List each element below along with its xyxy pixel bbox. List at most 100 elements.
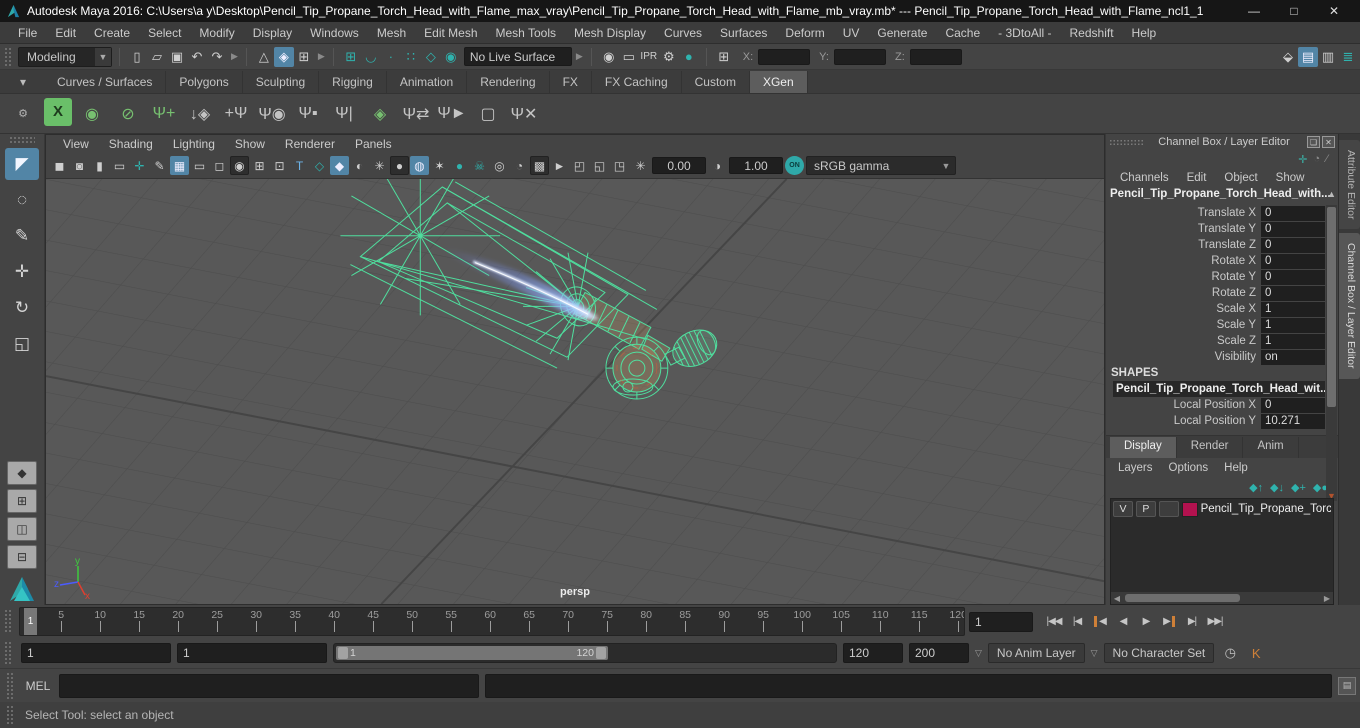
step-forward-key-button[interactable]: ▶ xyxy=(1158,611,1180,633)
modeling-toolkit-icon[interactable]: ⬙ xyxy=(1278,47,1298,67)
y-coord-input[interactable] xyxy=(833,48,886,65)
scrollbar-thumb[interactable] xyxy=(1327,207,1336,407)
ipr-render-icon[interactable]: IPR xyxy=(639,47,659,67)
move-layer-up-icon[interactable]: ◆↑ xyxy=(1249,481,1263,494)
menu-set-selector[interactable]: Modeling ▼ xyxy=(18,46,112,67)
bookmark-icon[interactable]: ▮ xyxy=(90,156,109,175)
isolate-view-icon[interactable]: ◳ xyxy=(610,156,629,175)
scroll-left-icon[interactable]: ◀ xyxy=(1111,594,1123,603)
layer-editor-menu-item[interactable]: Options xyxy=(1161,462,1217,474)
xgen-layers-icon[interactable]: ◈ xyxy=(364,98,396,130)
menubar-item[interactable]: - 3DtoAll - xyxy=(990,24,1059,42)
move-layer-down-icon[interactable]: ◆↓ xyxy=(1270,481,1284,494)
xgen-lock-guides-icon[interactable]: Ψ▪ xyxy=(292,98,324,130)
menubar-item[interactable]: Select xyxy=(140,24,189,42)
shelf-tab[interactable]: Custom xyxy=(682,71,750,93)
z-coord-input[interactable] xyxy=(909,48,962,65)
scrollbar-thumb[interactable] xyxy=(1125,594,1240,602)
save-scene-icon[interactable]: ▣ xyxy=(167,47,187,67)
snap-projected-center-icon[interactable]: ∷ xyxy=(401,47,421,67)
play-forwards-button[interactable]: ▶ xyxy=(1135,611,1157,633)
gate-mask-icon[interactable]: ◉ xyxy=(230,156,249,175)
menubar-item[interactable]: Help xyxy=(1124,24,1165,42)
viewport-canvas-area[interactable]: persp y z x xyxy=(46,179,1104,604)
shelf-gear-icon[interactable]: ⚙ xyxy=(2,107,44,120)
x-coord-input[interactable] xyxy=(758,48,811,65)
current-frame-marker[interactable]: 1 xyxy=(24,608,37,635)
single-pane-layout-button[interactable]: ◆ xyxy=(7,461,37,485)
select-tool-button[interactable]: ◤ xyxy=(5,148,39,180)
xgen-region-map-icon[interactable]: ▢ xyxy=(472,98,504,130)
sidebar-vertical-tab[interactable]: Attribute Editor xyxy=(1339,140,1360,230)
timeline-ruler[interactable]: 5 10 15 20 25 30 35 40 45 50 55 60 65 70… xyxy=(19,607,965,636)
use-all-lights-icon[interactable]: ✳ xyxy=(370,156,389,175)
channel-label[interactable]: Visibility xyxy=(1106,351,1261,363)
minimize-button[interactable]: — xyxy=(1234,4,1274,18)
layer-hscrollbar[interactable]: ◀ ▶ xyxy=(1111,592,1333,604)
channel-value-field[interactable]: 1 xyxy=(1261,317,1325,333)
safe-title-icon[interactable]: T xyxy=(290,156,309,175)
shelf-tab[interactable]: Polygons xyxy=(166,71,243,93)
channel-label[interactable]: Rotate Z xyxy=(1106,287,1261,299)
layer-editor-tab[interactable]: Display xyxy=(1110,437,1177,458)
layer-color-swatch[interactable] xyxy=(1181,501,1198,517)
channel-value-field[interactable]: 1 xyxy=(1261,333,1325,349)
close-button[interactable]: ✕ xyxy=(1314,4,1354,18)
anim-layer-dropdown-arrow[interactable]: ▽ xyxy=(975,648,982,659)
drag-handle[interactable] xyxy=(4,641,13,665)
xgen-preview-description-icon[interactable]: Ψ◉ xyxy=(256,98,288,130)
character-set-dropdown-arrow[interactable]: ▽ xyxy=(1091,648,1098,659)
drag-handle[interactable] xyxy=(4,47,13,66)
isolate-select-icon[interactable]: ◰ xyxy=(570,156,589,175)
selected-node-name[interactable]: Pencil_Tip_Propane_Torch_Head_with... ▲ xyxy=(1106,188,1338,205)
scroll-up-icon[interactable]: ▲ xyxy=(1327,189,1336,199)
grease-pencil-icon[interactable]: ✎ xyxy=(150,156,169,175)
xgen-update-preview-icon[interactable]: ◉ xyxy=(76,98,108,130)
menubar-item[interactable]: Cache xyxy=(937,24,988,42)
safe-action-icon[interactable]: ⊡ xyxy=(270,156,289,175)
script-editor-icon[interactable]: ▤ xyxy=(1338,676,1356,695)
step-back-frame-button[interactable]: |◀ xyxy=(1066,611,1088,633)
channel-value-field[interactable]: 10.271 xyxy=(1261,413,1325,429)
layer-playback-toggle[interactable]: P xyxy=(1135,501,1156,517)
channel-box-menu-item[interactable]: Edit xyxy=(1179,172,1215,184)
xgen-swap-guides-icon[interactable]: Ψ⇄ xyxy=(400,98,432,130)
shadows-icon[interactable]: ● xyxy=(390,156,409,175)
group-expander-icon[interactable]: ▶ xyxy=(576,51,583,62)
animation-preferences-icon[interactable]: ◷ xyxy=(1220,645,1240,661)
layer-editor-tab[interactable]: Render xyxy=(1177,437,1244,458)
menubar-item[interactable]: Redshift xyxy=(1062,24,1122,42)
menubar-item[interactable]: Mesh Tools xyxy=(488,24,564,42)
command-input[interactable] xyxy=(59,673,479,698)
panel-menu-item[interactable]: Show xyxy=(226,137,274,151)
exposure-icon[interactable]: ✳ xyxy=(631,156,650,175)
step-forward-frame-button[interactable]: ▶| xyxy=(1181,611,1203,633)
channel-label[interactable]: Local Position Y xyxy=(1106,415,1261,427)
panel-menu-item[interactable]: Renderer xyxy=(276,137,344,151)
shaded-icon[interactable]: ◆ xyxy=(330,156,349,175)
layer-display-type-toggle[interactable] xyxy=(1158,501,1179,517)
undo-icon[interactable]: ↶ xyxy=(187,47,207,67)
current-frame-field[interactable]: 1 xyxy=(969,611,1033,632)
go-to-end-button[interactable]: ▶▶| xyxy=(1204,611,1226,633)
paint-select-tool-button[interactable]: ✎ xyxy=(5,220,39,252)
field-chart-icon[interactable]: ⊞ xyxy=(250,156,269,175)
shape-node-name[interactable]: Pencil_Tip_Propane_Torch_Head_wit... xyxy=(1113,381,1325,397)
float-panel-icon[interactable]: ❏ xyxy=(1307,136,1320,148)
viewport-3d-scene[interactable] xyxy=(46,179,1104,604)
panel-menu-item[interactable]: Lighting xyxy=(164,137,224,151)
channel-label[interactable]: Translate Y xyxy=(1106,223,1261,235)
close-panel-icon[interactable]: ✕ xyxy=(1322,136,1335,148)
layer-editor-tab[interactable]: Anim xyxy=(1243,437,1299,458)
panel-menu-item[interactable]: Shading xyxy=(100,137,162,151)
persp-outliner-layout-button[interactable]: ◫ xyxy=(7,517,37,541)
auto-keyframe-icon[interactable]: K xyxy=(1246,646,1266,661)
pan-zoom-icon[interactable]: ✛ xyxy=(130,156,149,175)
lasso-tool-button[interactable]: ◌ xyxy=(5,184,39,216)
drag-handle[interactable] xyxy=(6,705,15,725)
layer-editor-menu-item[interactable]: Help xyxy=(1216,462,1256,474)
xray-joints-icon[interactable]: ◎ xyxy=(490,156,509,175)
xgen-add-guide-icon[interactable]: +Ψ xyxy=(220,98,252,130)
range-end-handle[interactable] xyxy=(596,647,606,659)
animation-start-field[interactable]: 1 xyxy=(21,643,171,663)
